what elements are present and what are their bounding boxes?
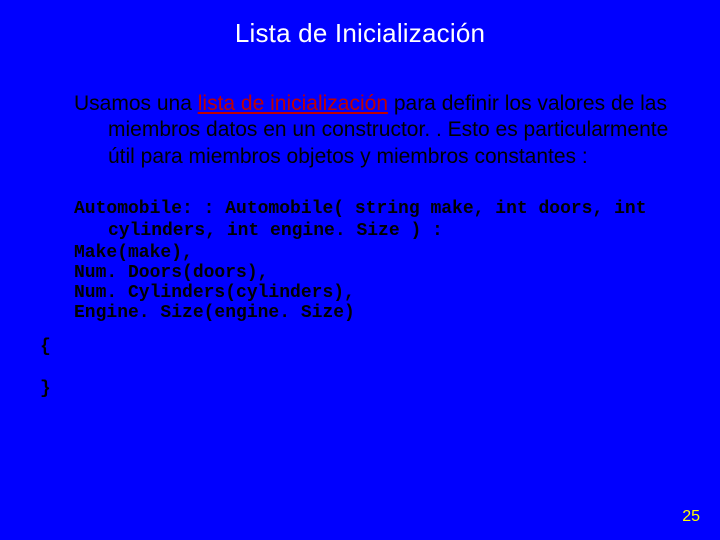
code-line-2: Num. Doors(doors), <box>74 263 680 283</box>
slide-title: Lista de Inicialización <box>40 18 680 49</box>
intro-highlight: lista de inicialización <box>198 92 388 115</box>
code-signature: Automobile: : Automobile( string make, i… <box>74 198 680 243</box>
code-line-4: Engine. Size(engine. Size) <box>74 303 680 323</box>
code-line-3: Num. Cylinders(cylinders), <box>74 283 680 303</box>
code-brace-open: { <box>40 337 680 357</box>
intro-pre: Usamos una <box>74 92 198 115</box>
intro-paragraph: Usamos una lista de inicialización para … <box>74 91 670 170</box>
code-line-1: Make(make), <box>74 243 680 263</box>
code-brace-close: } <box>40 379 680 399</box>
page-number: 25 <box>682 508 700 526</box>
slide: Lista de Inicialización Usamos una lista… <box>0 0 720 540</box>
